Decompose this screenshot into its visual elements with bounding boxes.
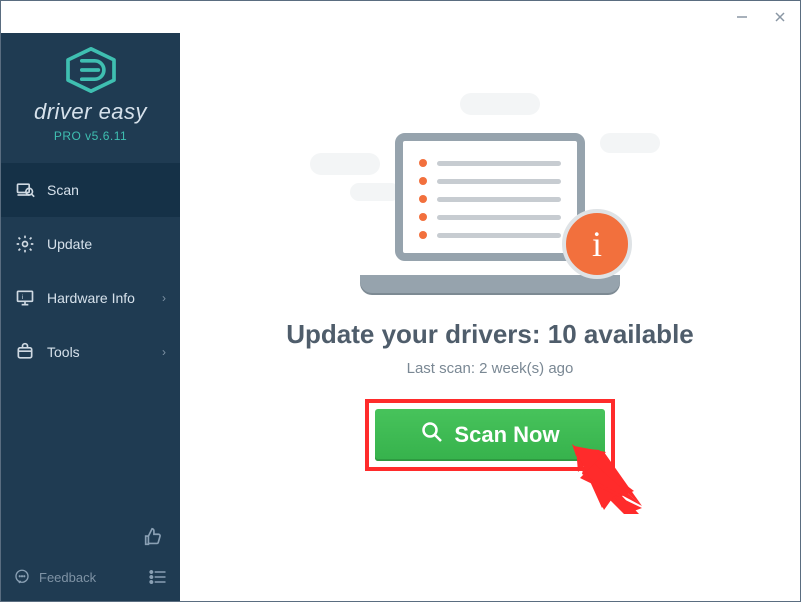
last-scan: Last scan: 2 week(s) ago — [407, 360, 574, 377]
close-button[interactable] — [766, 5, 794, 29]
app-logo-icon — [63, 47, 119, 93]
chat-icon — [13, 568, 31, 586]
laptop-icon — [380, 133, 600, 293]
last-scan-value: 2 week(s) ago — [479, 360, 573, 377]
monitor-icon: i — [15, 288, 35, 308]
nav-label: Update — [47, 236, 92, 252]
last-scan-prefix: Last scan: — [407, 360, 480, 377]
nav-label: Hardware Info — [47, 290, 135, 306]
nav: Scan Update — [1, 163, 180, 379]
scan-button-label: Scan Now — [454, 422, 559, 448]
minimize-button[interactable] — [728, 5, 756, 29]
nav-item-scan[interactable]: Scan — [1, 163, 180, 217]
headline: Update your drivers: 10 available — [286, 319, 694, 350]
app-name: driver easy — [34, 99, 147, 125]
nav-label: Tools — [47, 344, 80, 360]
scan-icon — [15, 180, 35, 200]
nav-item-hardware-info[interactable]: i Hardware Info › — [1, 271, 180, 325]
callout-arrow-icon — [564, 436, 654, 521]
brand: driver easy PRO v5.6.11 — [1, 33, 180, 163]
nav-item-update[interactable]: Update — [1, 217, 180, 271]
app-version: PRO v5.6.11 — [54, 129, 127, 143]
nav-item-tools[interactable]: Tools › — [1, 325, 180, 379]
thumbs-up-icon[interactable] — [142, 526, 164, 553]
menu-icon[interactable] — [148, 568, 168, 586]
nav-label: Scan — [47, 182, 79, 198]
sidebar: driver easy PRO v5.6.11 Scan — [1, 33, 180, 601]
app-window: driver easy PRO v5.6.11 Scan — [0, 0, 801, 602]
gear-icon — [15, 234, 35, 254]
main-panel: i Update your drivers: 10 available Last… — [180, 33, 800, 601]
titlebar — [1, 1, 800, 33]
headline-suffix: available — [577, 319, 694, 349]
chevron-right-icon: › — [162, 291, 166, 305]
thumbs-row — [1, 526, 180, 553]
svg-text:i: i — [22, 294, 24, 301]
feedback-label: Feedback — [39, 570, 96, 585]
headline-prefix: Update your drivers: — [286, 319, 548, 349]
chevron-right-icon: › — [162, 345, 166, 359]
search-icon — [420, 420, 444, 450]
illustration: i — [340, 93, 640, 293]
feedback-button[interactable]: Feedback — [13, 568, 96, 586]
sidebar-footer: Feedback — [1, 553, 180, 601]
info-badge-icon: i — [562, 209, 632, 279]
content: driver easy PRO v5.6.11 Scan — [1, 33, 800, 601]
tools-icon — [15, 342, 35, 362]
available-count: 10 — [548, 319, 577, 349]
